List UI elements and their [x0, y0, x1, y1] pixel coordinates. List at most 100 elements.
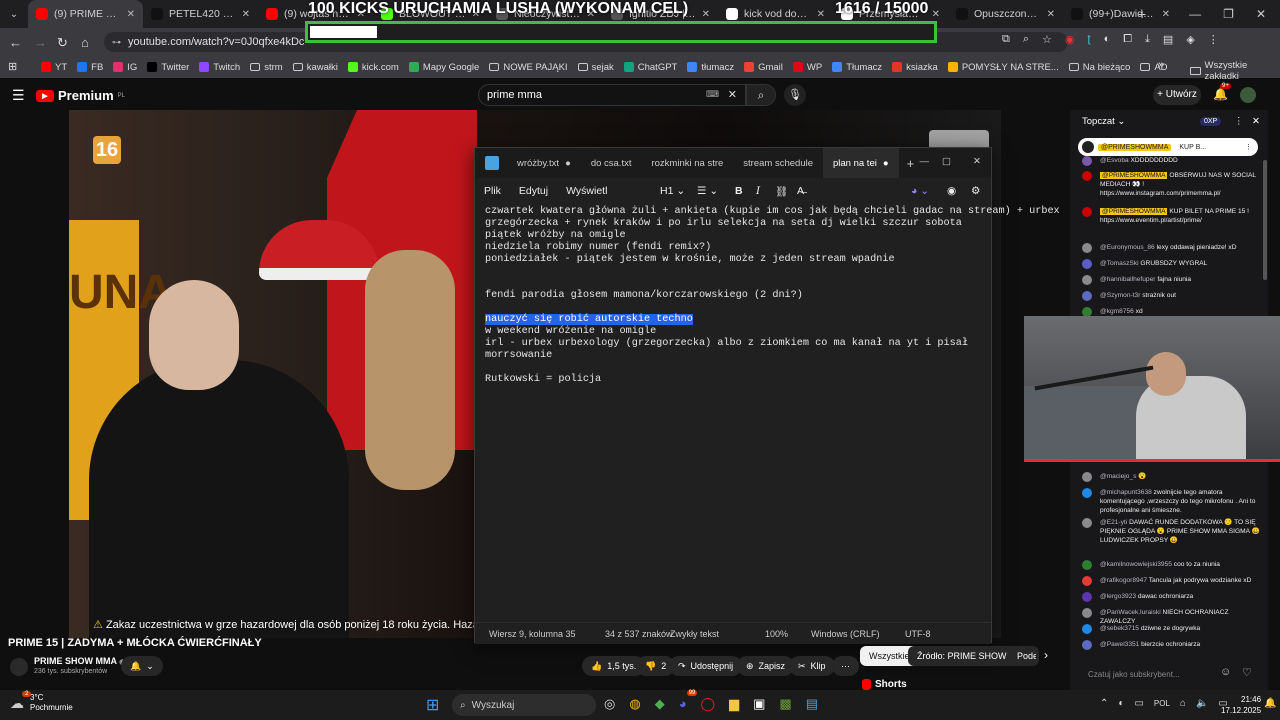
notepad-text-area[interactable]: czwartek kwatera główna żuli + ankieta (… [485, 206, 1060, 386]
bookmark-item[interactable]: ksiazka [887, 62, 943, 73]
chat-username[interactable]: @PanWacek.luraiski [1100, 609, 1161, 616]
chat-avatar[interactable] [1082, 472, 1092, 482]
chat-avatar[interactable] [1082, 488, 1092, 498]
reload-icon[interactable]: ↻ [57, 35, 68, 51]
subscription-bell-button[interactable]: 🔔 ⌄ [121, 656, 163, 676]
notepad-tab-do-csa[interactable]: do csa.txt [581, 148, 642, 178]
maximize-icon[interactable]: ❐ [1223, 7, 1234, 21]
channel-name[interactable]: PRIME SHOW MMA ◉ [34, 656, 125, 666]
close-tab-icon[interactable]: ✕ [242, 9, 250, 20]
bookmark-item[interactable]: kawałki [288, 62, 343, 73]
notepad-close-icon[interactable]: ✕ [973, 156, 981, 167]
clear-format-icon[interactable]: A̶ [797, 185, 804, 197]
chat-username[interactable]: @Euronymous_86 [1100, 244, 1155, 251]
bookmark-item[interactable]: sejak [573, 62, 619, 73]
chat-username[interactable]: @michapunt3638 [1100, 489, 1152, 496]
youtube-search-input[interactable]: prime mma ⌨ ✕ [478, 84, 746, 106]
bookmark-item[interactable]: AD [1135, 62, 1172, 73]
chat-username[interactable]: @kamilnowowiejski3955 [1100, 561, 1172, 568]
account-avatar[interactable] [1240, 87, 1256, 103]
bookmark-item[interactable]: IG [108, 62, 142, 73]
chat-username[interactable]: @sebek3715 [1100, 625, 1139, 632]
close-tab-icon[interactable]: ✕ [127, 9, 135, 20]
new-tab-icon[interactable]: + [1138, 6, 1146, 22]
pinned-message[interactable]: @PRIMESHOWMMA KUP B... ⋮ [1078, 138, 1258, 156]
tray-chevron-icon[interactable]: ⌃ [1100, 698, 1108, 709]
bold-icon[interactable]: B [735, 185, 743, 197]
bookmark-item[interactable]: Twitter [142, 62, 194, 73]
clear-search-icon[interactable]: ✕ [728, 88, 737, 101]
chat-avatar[interactable] [1082, 560, 1092, 570]
discord-icon[interactable]: ◕ 99 [679, 690, 698, 712]
all-bookmarks-button[interactable]: Wszystkie zakładki [1190, 60, 1280, 82]
file-explorer-icon[interactable]: ▆ [729, 696, 739, 712]
chat-avatar[interactable] [1082, 156, 1092, 166]
chat-close-icon[interactable]: ✕ [1252, 116, 1260, 127]
back-arrow-icon[interactable]: ← [9, 35, 22, 50]
copilot-icon[interactable]: ◕ ⌄ [911, 185, 929, 197]
chat-username[interactable]: @PRIMESHOWMMA [1100, 208, 1168, 215]
browser-menu-icon[interactable]: ⋮ [1208, 33, 1219, 46]
chat-username[interactable]: @Szymon-t3r [1100, 292, 1140, 299]
chip-scroll-right-icon[interactable]: › [1044, 648, 1048, 662]
chat-username[interactable]: @hanniballhefuper [1100, 276, 1155, 283]
close-tab-icon[interactable]: ✕ [702, 9, 710, 20]
volume-icon[interactable]: 🔈 [1196, 698, 1208, 709]
minimize-icon[interactable]: — [1189, 7, 1201, 21]
list-format-icon[interactable]: ☰ ⌄ [697, 185, 718, 197]
tray-app-icon-2[interactable]: ▭ [1134, 698, 1143, 709]
chat-avatar[interactable] [1082, 171, 1092, 181]
browser-tab[interactable]: (9) PRIME 15 | ✕ [28, 0, 143, 28]
notifications-button[interactable]: 🔔 9+ [1213, 83, 1231, 101]
language-indicator[interactable]: POL [1154, 698, 1170, 709]
chat-avatar[interactable] [1082, 592, 1092, 602]
capcut-icon[interactable]: ▣ [753, 696, 765, 712]
notepad-tab-wrozby[interactable]: wróżby.txt ● [507, 148, 581, 178]
chat-username[interactable]: @Pawel3351 [1100, 641, 1139, 648]
chat-username[interactable]: @TomaszSki [1100, 260, 1139, 267]
channel-avatar[interactable] [10, 658, 28, 676]
italic-icon[interactable]: I [756, 185, 760, 197]
notepad-settings-gear-icon[interactable]: ⚙ [971, 185, 980, 197]
chat-mode-dropdown[interactable]: Topczat ⌄ [1082, 116, 1125, 127]
chat-username[interactable]: @Esvoba [1100, 157, 1129, 164]
brave-icon[interactable]: ◆ [655, 696, 665, 712]
forward-arrow-icon[interactable]: → [34, 35, 47, 50]
heart-reaction-icon[interactable]: ♡ [1242, 666, 1252, 679]
more-actions-button[interactable]: ··· [832, 656, 859, 676]
bookmark-item[interactable]: YT [36, 62, 72, 73]
create-button[interactable]: + Utwórz [1153, 85, 1201, 105]
bookmark-item[interactable]: tłumacz [682, 62, 739, 73]
close-tab-icon[interactable]: ✕ [817, 9, 825, 20]
bookmark-item[interactable]: kick.com [343, 62, 404, 73]
search-button[interactable]: ⌕ [746, 84, 776, 106]
extensions-puzzle-icon[interactable]: ⧠ [1123, 33, 1132, 46]
record-extension-icon[interactable]: ◉ [1065, 33, 1075, 46]
close-tab-icon[interactable]: ✕ [1162, 9, 1170, 20]
star-bookmark-icon[interactable]: ☆ [1042, 33, 1052, 46]
bookmark-item[interactable]: Mapy Google [404, 62, 485, 73]
menu-view[interactable]: Wyświetl [557, 185, 616, 197]
browser-tab[interactable]: Opuszczona ceme ✕ [948, 0, 1063, 28]
extension-icon-b[interactable]: ◐ [1104, 33, 1111, 46]
chat-avatar[interactable] [1082, 640, 1092, 650]
chat-avatar[interactable] [1082, 275, 1092, 285]
bookmark-item[interactable]: Na bieżąco [1064, 62, 1136, 73]
chat-scrollbar[interactable] [1263, 160, 1267, 280]
menu-file[interactable]: Plik [475, 185, 510, 197]
chat-username[interactable]: @lergo3923 [1100, 593, 1136, 600]
close-tab-icon[interactable]: ✕ [932, 9, 940, 20]
home-icon[interactable]: ⌂ [81, 35, 89, 50]
chrome-icon[interactable]: ◍ [629, 696, 640, 712]
notepad-tab-rozkminki[interactable]: rozkminki na stre [641, 148, 733, 178]
save-button[interactable]: ⊕ Zapisz [737, 656, 795, 676]
heading-dropdown[interactable]: H1 ⌄ [660, 185, 685, 197]
obs-icon[interactable]: ◎ [604, 696, 615, 712]
tray-app-icon[interactable]: ◐ [1118, 698, 1124, 709]
bookmark-item[interactable]: WP [788, 62, 827, 73]
chat-username[interactable]: @kgm8756 [1100, 308, 1134, 315]
windows-start-icon[interactable]: ⊞ [426, 695, 439, 715]
menu-edit[interactable]: Edytuj [510, 185, 557, 197]
chat-avatar[interactable] [1082, 624, 1092, 634]
chat-input[interactable]: Czatuj jako subskrybent... [1078, 666, 1228, 684]
